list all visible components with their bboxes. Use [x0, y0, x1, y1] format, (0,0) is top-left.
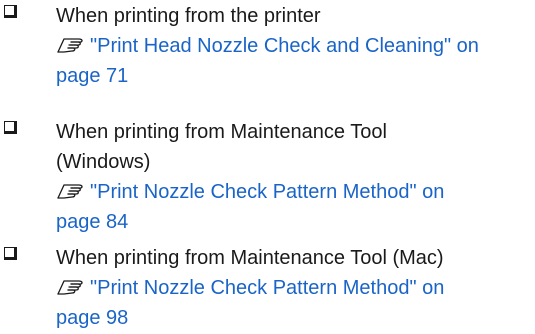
list-item-text: When printing from Maintenance Tool (Win… [56, 117, 526, 237]
reference-line-continued: page 71 [56, 61, 526, 91]
reference-hand-icon [56, 177, 90, 201]
checkbox-icon [4, 121, 17, 134]
list-item-heading-continued: (Windows) [56, 151, 151, 173]
reference-link-page[interactable]: page 84 [56, 211, 128, 233]
reference-line-continued: page 84 [56, 207, 526, 237]
checkbox-icon [4, 5, 17, 18]
list-item-heading: When printing from the printer [56, 5, 321, 27]
list-item-text: When printing from the printer "Print He… [56, 1, 526, 91]
checkbox-icon [4, 247, 17, 260]
reference-line-continued: page 98 [56, 303, 526, 333]
list-item-heading: When printing from Maintenance Tool (Mac… [56, 247, 444, 269]
reference-line: "Print Head Nozzle Check and Cleaning" o… [56, 31, 526, 61]
reference-link-page[interactable]: page 98 [56, 307, 128, 329]
reference-line: "Print Nozzle Check Pattern Method" on [56, 177, 526, 207]
reference-hand-icon [56, 273, 90, 297]
list-item-text: When printing from Maintenance Tool (Mac… [56, 243, 526, 333]
reference-link[interactable]: "Print Nozzle Check Pattern Method" on [90, 277, 444, 299]
reference-line: "Print Nozzle Check Pattern Method" on [56, 273, 526, 303]
reference-link-page[interactable]: page 71 [56, 65, 128, 87]
reference-link[interactable]: "Print Head Nozzle Check and Cleaning" o… [90, 35, 479, 57]
list-item-heading: When printing from Maintenance Tool [56, 121, 387, 143]
reference-hand-icon [56, 31, 90, 55]
reference-link[interactable]: "Print Nozzle Check Pattern Method" on [90, 181, 444, 203]
